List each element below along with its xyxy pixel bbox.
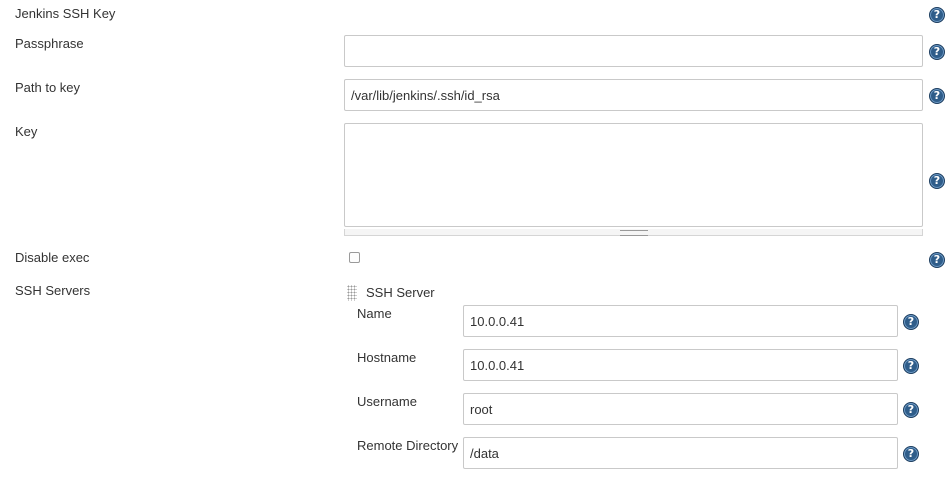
help-username-icon[interactable]: ?: [903, 402, 919, 418]
remote-directory-label: Remote Directory: [357, 438, 459, 453]
jenkins-ssh-key-label: Jenkins SSH Key: [15, 6, 116, 21]
key-label: Key: [15, 124, 38, 139]
path-to-key-label: Path to key: [15, 80, 81, 95]
username-input[interactable]: [463, 393, 898, 425]
remote-directory-input[interactable]: [463, 437, 898, 469]
disable-exec-label: Disable exec: [15, 250, 90, 265]
help-path-to-key-icon[interactable]: ?: [929, 88, 945, 104]
hostname-label: Hostname: [357, 350, 417, 365]
passphrase-label: Passphrase: [15, 36, 84, 51]
passphrase-input[interactable]: [344, 35, 923, 67]
drag-handle-icon[interactable]: [347, 285, 357, 301]
help-hostname-icon[interactable]: ?: [903, 358, 919, 374]
key-textarea-resize-handle[interactable]: [344, 229, 923, 236]
username-label: Username: [357, 394, 417, 409]
ssh-servers-label: SSH Servers: [15, 283, 91, 298]
help-remote-directory-icon[interactable]: ?: [903, 446, 919, 462]
help-passphrase-icon[interactable]: ?: [929, 44, 945, 60]
help-server-name-icon[interactable]: ?: [903, 314, 919, 330]
server-name-label: Name: [357, 306, 392, 321]
help-key-icon[interactable]: ?: [929, 173, 945, 189]
disable-exec-checkbox[interactable]: [349, 252, 360, 263]
grip-icon: [619, 230, 648, 236]
ssh-server-title: SSH Server: [366, 285, 435, 300]
server-name-input[interactable]: [463, 305, 898, 337]
hostname-input[interactable]: [463, 349, 898, 381]
key-textarea[interactable]: [344, 123, 923, 227]
help-disable-exec-icon[interactable]: ?: [929, 252, 945, 268]
help-jenkins-ssh-key-icon[interactable]: ?: [929, 7, 945, 23]
path-to-key-input[interactable]: [344, 79, 923, 111]
